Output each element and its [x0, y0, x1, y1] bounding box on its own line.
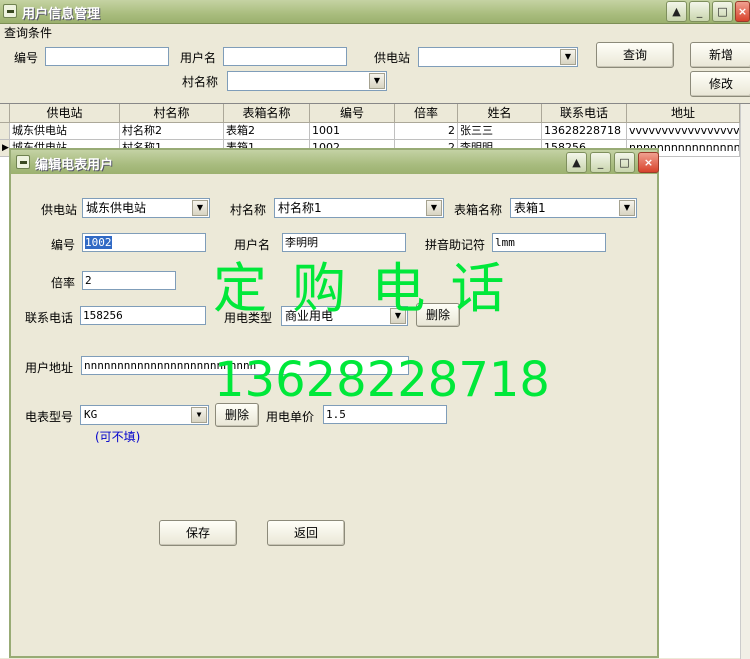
- chevron-down-icon[interactable]: ▼: [191, 407, 207, 423]
- query-code-input[interactable]: [45, 47, 169, 66]
- chevron-down-icon[interactable]: ▼: [369, 73, 385, 89]
- dialog-title: 编辑电表用户: [35, 158, 114, 173]
- edit-button[interactable]: 修改: [690, 71, 750, 97]
- chevron-down-icon[interactable]: ▼: [426, 200, 442, 216]
- watermark-phone: 13628228718: [214, 352, 550, 408]
- grid-header-station[interactable]: 供电站: [10, 104, 120, 123]
- grid-header-ratio[interactable]: 倍率: [395, 104, 458, 123]
- station-label: 供电站: [41, 203, 78, 217]
- dialog-menu-icon[interactable]: [16, 155, 30, 169]
- grid-header-name[interactable]: 姓名: [458, 104, 542, 123]
- add-button[interactable]: 新增: [690, 42, 750, 68]
- close-icon[interactable]: ×: [735, 1, 750, 22]
- back-button[interactable]: 返回: [267, 520, 345, 546]
- query-station-label: 供电站: [374, 51, 411, 65]
- grid-header-box[interactable]: 表箱名称: [224, 104, 310, 123]
- query-village-label: 村名称: [182, 75, 219, 89]
- chevron-down-icon[interactable]: ▼: [192, 200, 208, 216]
- box-label: 表箱名称: [454, 203, 503, 217]
- table-cell[interactable]: 张三三: [458, 123, 542, 140]
- row-selector[interactable]: [0, 123, 10, 140]
- grid-header-code[interactable]: 编号: [310, 104, 395, 123]
- ratio-label: 倍率: [51, 276, 76, 290]
- table-cell[interactable]: 1001: [310, 123, 395, 140]
- window-menu-icon[interactable]: [3, 4, 17, 18]
- scroll-up-icon[interactable]: ▲: [666, 1, 687, 22]
- query-section-label: 查询条件: [4, 26, 53, 40]
- ratio-input[interactable]: 2: [82, 271, 176, 290]
- chevron-down-icon[interactable]: ▼: [560, 49, 576, 65]
- address-label: 用户地址: [25, 361, 74, 375]
- optional-hint: (可不填): [95, 430, 141, 444]
- minimize-icon[interactable]: _: [590, 152, 611, 173]
- code-input[interactable]: 1002: [82, 233, 206, 252]
- maximize-icon[interactable]: □: [712, 1, 733, 22]
- village-select[interactable]: 村名称1 ▼: [274, 198, 444, 218]
- watermark-title: 定 购 电 话: [213, 257, 509, 320]
- vertical-scrollbar[interactable]: [740, 104, 750, 659]
- table-cell[interactable]: 2: [395, 123, 458, 140]
- grid-header-address[interactable]: 地址: [627, 104, 740, 123]
- maximize-icon[interactable]: □: [614, 152, 635, 173]
- village-label: 村名称: [230, 203, 267, 217]
- phone-input[interactable]: 158256: [80, 306, 206, 325]
- scroll-up-icon[interactable]: ▲: [566, 152, 587, 173]
- chevron-down-icon[interactable]: ▼: [619, 200, 635, 216]
- table-cell[interactable]: vvvvvvvvvvvvvvvvv: [627, 123, 740, 140]
- unit-price-label: 用电单价: [266, 410, 315, 424]
- pinyin-input[interactable]: lmm: [492, 233, 606, 252]
- phone-label: 联系电话: [25, 311, 74, 325]
- grid-corner: [0, 104, 10, 123]
- table-cell[interactable]: 13628228718: [542, 123, 627, 140]
- grid-header-phone[interactable]: 联系电话: [542, 104, 627, 123]
- meter-model-label: 电表型号: [25, 410, 74, 424]
- grid-header-village[interactable]: 村名称: [120, 104, 224, 123]
- table-cell[interactable]: 村名称2: [120, 123, 224, 140]
- query-username-label: 用户名: [180, 51, 217, 65]
- main-titlebar: 用户信息管理 ▲ _ □ ×: [0, 0, 750, 24]
- box-select[interactable]: 表箱1 ▼: [510, 198, 637, 218]
- table-cell[interactable]: 城东供电站: [10, 123, 120, 140]
- close-icon[interactable]: ×: [638, 152, 659, 173]
- window-title: 用户信息管理: [22, 7, 101, 22]
- meter-model-select[interactable]: KG ▼: [80, 405, 209, 425]
- query-username-input[interactable]: [223, 47, 347, 66]
- dialog-titlebar: 编辑电表用户 ▲ _ □ ×: [11, 150, 659, 174]
- minimize-icon[interactable]: _: [689, 1, 710, 22]
- station-select[interactable]: 城东供电站 ▼: [82, 198, 210, 218]
- table-cell[interactable]: 表箱2: [224, 123, 310, 140]
- code-label: 编号: [51, 238, 76, 252]
- save-button[interactable]: 保存: [159, 520, 237, 546]
- query-station-select[interactable]: ▼: [418, 47, 578, 67]
- query-village-select[interactable]: ▼: [227, 71, 387, 91]
- search-button[interactable]: 查询: [596, 42, 674, 68]
- query-code-label: 编号: [14, 51, 39, 65]
